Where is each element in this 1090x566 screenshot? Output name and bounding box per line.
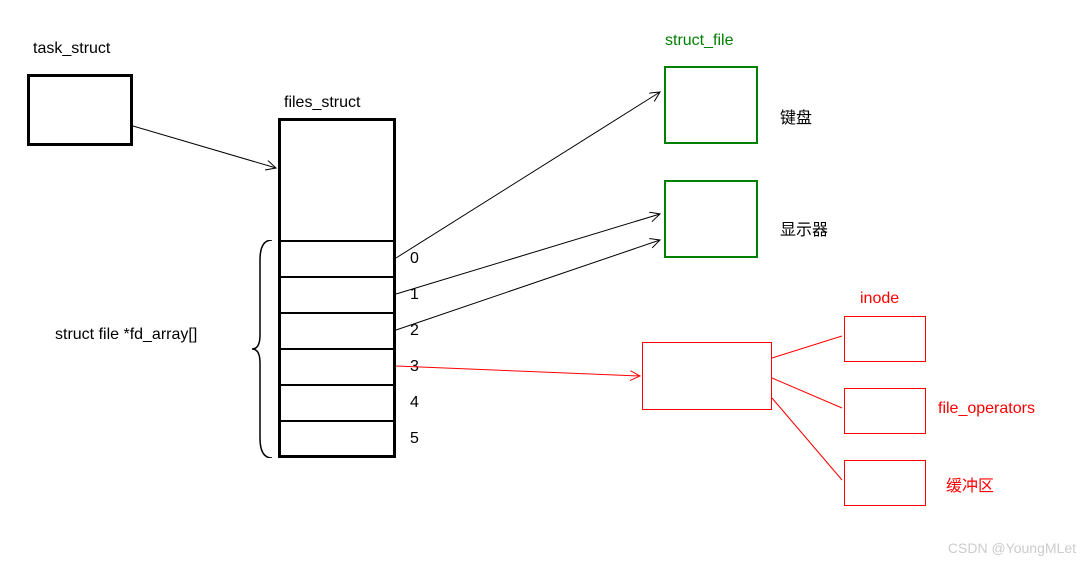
label-keyboard: 键盘 [780,104,812,128]
divider-5 [278,420,396,422]
box-buffer [844,460,926,506]
arrows [0,0,1090,566]
index-4: 4 [410,394,419,412]
brace-icon [250,240,278,458]
watermark: CSDN @YoungMLet [948,540,1076,556]
divider-2 [278,312,396,314]
label-display: 显示器 [780,216,828,240]
index-5: 5 [410,430,419,448]
box-struct-file-display [664,180,758,258]
label-buffer: 缓冲区 [946,472,994,496]
label-struct-file: struct_file [665,32,733,50]
label-files-struct: files_struct [284,94,360,112]
index-3: 3 [410,358,419,376]
box-file-operators [844,388,926,434]
label-inode: inode [860,290,899,308]
box-file-red [642,342,772,410]
box-inode [844,316,926,362]
index-1: 1 [410,286,419,304]
box-files-struct [278,118,396,458]
index-2: 2 [410,322,419,340]
divider-0 [278,240,396,242]
label-file-operators: file_operators [938,400,1035,418]
label-fd-array: struct file *fd_array[] [55,326,197,344]
label-task-struct: task_struct [33,40,110,58]
divider-1 [278,276,396,278]
box-struct-file-keyboard [664,66,758,144]
divider-3 [278,348,396,350]
divider-4 [278,384,396,386]
index-0: 0 [410,250,419,268]
box-task-struct [27,74,133,146]
